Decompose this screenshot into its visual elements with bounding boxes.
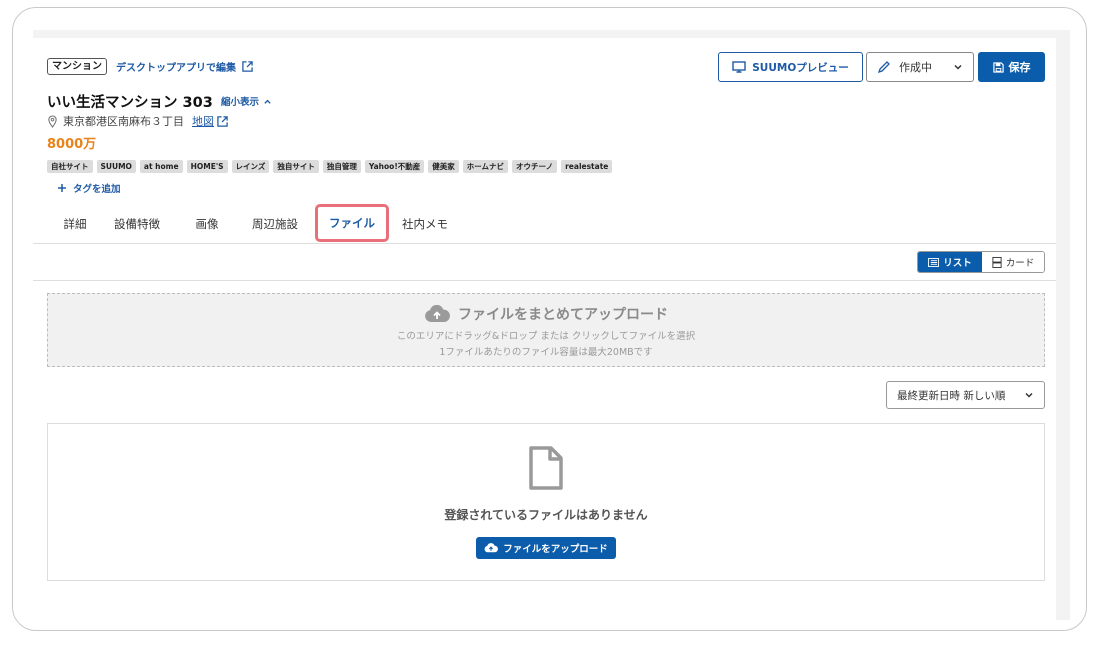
empty-message: 登録されているファイルはありません bbox=[444, 508, 648, 522]
property-panel: マンション デスクトップアプリで編集 いい生活マンション 303 縮小表示 東京… bbox=[33, 38, 1056, 620]
desktop-edit-label: デスクトップアプリで編集 bbox=[116, 63, 236, 74]
file-dropzone[interactable]: ファイルをまとめてアップロード このエリアにドラッグ&ドロップ または クリック… bbox=[47, 293, 1045, 367]
dropzone-size-limit: 1ファイルあたりのファイル容量は最大20MBです bbox=[439, 347, 653, 358]
monitor-icon bbox=[732, 61, 746, 73]
cloud-upload-icon bbox=[425, 305, 450, 322]
tab-files[interactable]: ファイル bbox=[315, 204, 389, 242]
card-icon bbox=[992, 256, 1002, 268]
property-price: 8000万 bbox=[47, 137, 97, 152]
sort-select[interactable]: 最終更新日時 新しい順 bbox=[886, 381, 1045, 409]
tab-details[interactable]: 詳細 bbox=[53, 204, 97, 244]
tag-item: realestate bbox=[561, 160, 613, 173]
window-frame: マンション デスクトップアプリで編集 いい生活マンション 303 縮小表示 東京… bbox=[12, 7, 1087, 631]
collapse-toggle[interactable]: 縮小表示 bbox=[221, 94, 272, 108]
status-label: 作成中 bbox=[899, 61, 932, 74]
list-icon bbox=[928, 257, 940, 267]
location-pin-icon bbox=[48, 114, 57, 128]
tag-item: at home bbox=[139, 160, 183, 173]
tag-item: HOME'S bbox=[186, 160, 228, 173]
tab-equipment[interactable]: 設備特徴 bbox=[113, 204, 161, 244]
pencil-icon bbox=[877, 61, 890, 74]
view-list-label: リスト bbox=[943, 258, 972, 269]
tag-item: SUUMO bbox=[96, 160, 136, 173]
tag-item: 健美家 bbox=[428, 160, 459, 173]
status-dropdown[interactable]: 作成中 bbox=[866, 52, 974, 82]
preview-label: SUUMOプレビュー bbox=[752, 61, 849, 74]
upload-file-button[interactable]: ファイルをアップロード bbox=[476, 537, 616, 559]
external-link-icon bbox=[242, 61, 253, 72]
tag-item: 独自サイト bbox=[273, 160, 319, 173]
chevron-down-icon bbox=[954, 64, 962, 70]
collapse-label: 縮小表示 bbox=[221, 97, 260, 108]
view-toggle: リスト カード bbox=[917, 251, 1045, 273]
view-list-button[interactable]: リスト bbox=[918, 252, 982, 272]
page-canvas: マンション デスクトップアプリで編集 いい生活マンション 303 縮小表示 東京… bbox=[33, 30, 1070, 620]
address-text: 東京都港区南麻布３丁目 bbox=[63, 115, 184, 128]
save-button[interactable]: 保存 bbox=[978, 52, 1045, 82]
upload-label: ファイルをアップロード bbox=[503, 544, 608, 555]
tag-item: 独自管理 bbox=[322, 160, 361, 173]
view-card-button[interactable]: カード bbox=[982, 252, 1044, 272]
chevron-up-icon bbox=[264, 99, 271, 104]
tab-internal-memo[interactable]: 社内メモ bbox=[401, 204, 449, 244]
file-list-empty: 登録されているファイルはありません ファイルをアップロード bbox=[47, 423, 1045, 581]
sort-label: 最終更新日時 新しい順 bbox=[897, 389, 1006, 402]
dropzone-title: ファイルをまとめてアップロード bbox=[48, 304, 1044, 324]
save-label: 保存 bbox=[1008, 61, 1031, 74]
portal-tags: 自社サイト SUUMO at home HOME'S レインズ 独自サイト 独自… bbox=[47, 160, 613, 173]
map-label: 地図 bbox=[192, 115, 214, 128]
tag-item: Yahoo!不動産 bbox=[364, 160, 425, 173]
map-link[interactable]: 地図 bbox=[192, 113, 228, 129]
tag-item: オウチーノ bbox=[512, 160, 558, 173]
save-icon bbox=[992, 61, 1004, 73]
suumo-preview-button[interactable]: SUUMOプレビュー bbox=[718, 52, 863, 82]
dropzone-title-text: ファイルをまとめてアップロード bbox=[458, 307, 668, 323]
view-card-label: カード bbox=[1005, 258, 1035, 269]
tag-item: 自社サイト bbox=[47, 160, 93, 173]
cloud-upload-icon bbox=[484, 543, 499, 553]
property-address: 東京都港区南麻布３丁目 地図 bbox=[47, 113, 228, 129]
tab-images[interactable]: 画像 bbox=[189, 204, 225, 244]
add-tag-button[interactable]: タグを追加 bbox=[57, 181, 121, 195]
tab-bar: 詳細 設備特徴 画像 周辺施設 ファイル 社内メモ bbox=[47, 204, 450, 244]
add-tag-label: タグを追加 bbox=[73, 184, 121, 195]
chevron-down-icon bbox=[1025, 392, 1033, 398]
desktop-edit-link[interactable]: デスクトップアプリで編集 bbox=[116, 59, 253, 74]
external-link-icon bbox=[217, 115, 228, 127]
tag-item: ホームナビ bbox=[462, 160, 509, 173]
plus-icon bbox=[58, 184, 66, 192]
tag-item: レインズ bbox=[231, 160, 270, 173]
tab-nearby[interactable]: 周辺施設 bbox=[249, 204, 301, 244]
property-title: いい生活マンション 303 bbox=[47, 95, 213, 111]
document-icon bbox=[529, 446, 563, 490]
toolbar-divider bbox=[33, 280, 1056, 281]
tab-divider bbox=[33, 243, 1056, 244]
dropzone-instructions: このエリアにドラッグ&ドロップ または クリックしてファイルを選択 bbox=[396, 331, 696, 342]
property-type-badge: マンション bbox=[47, 58, 107, 75]
